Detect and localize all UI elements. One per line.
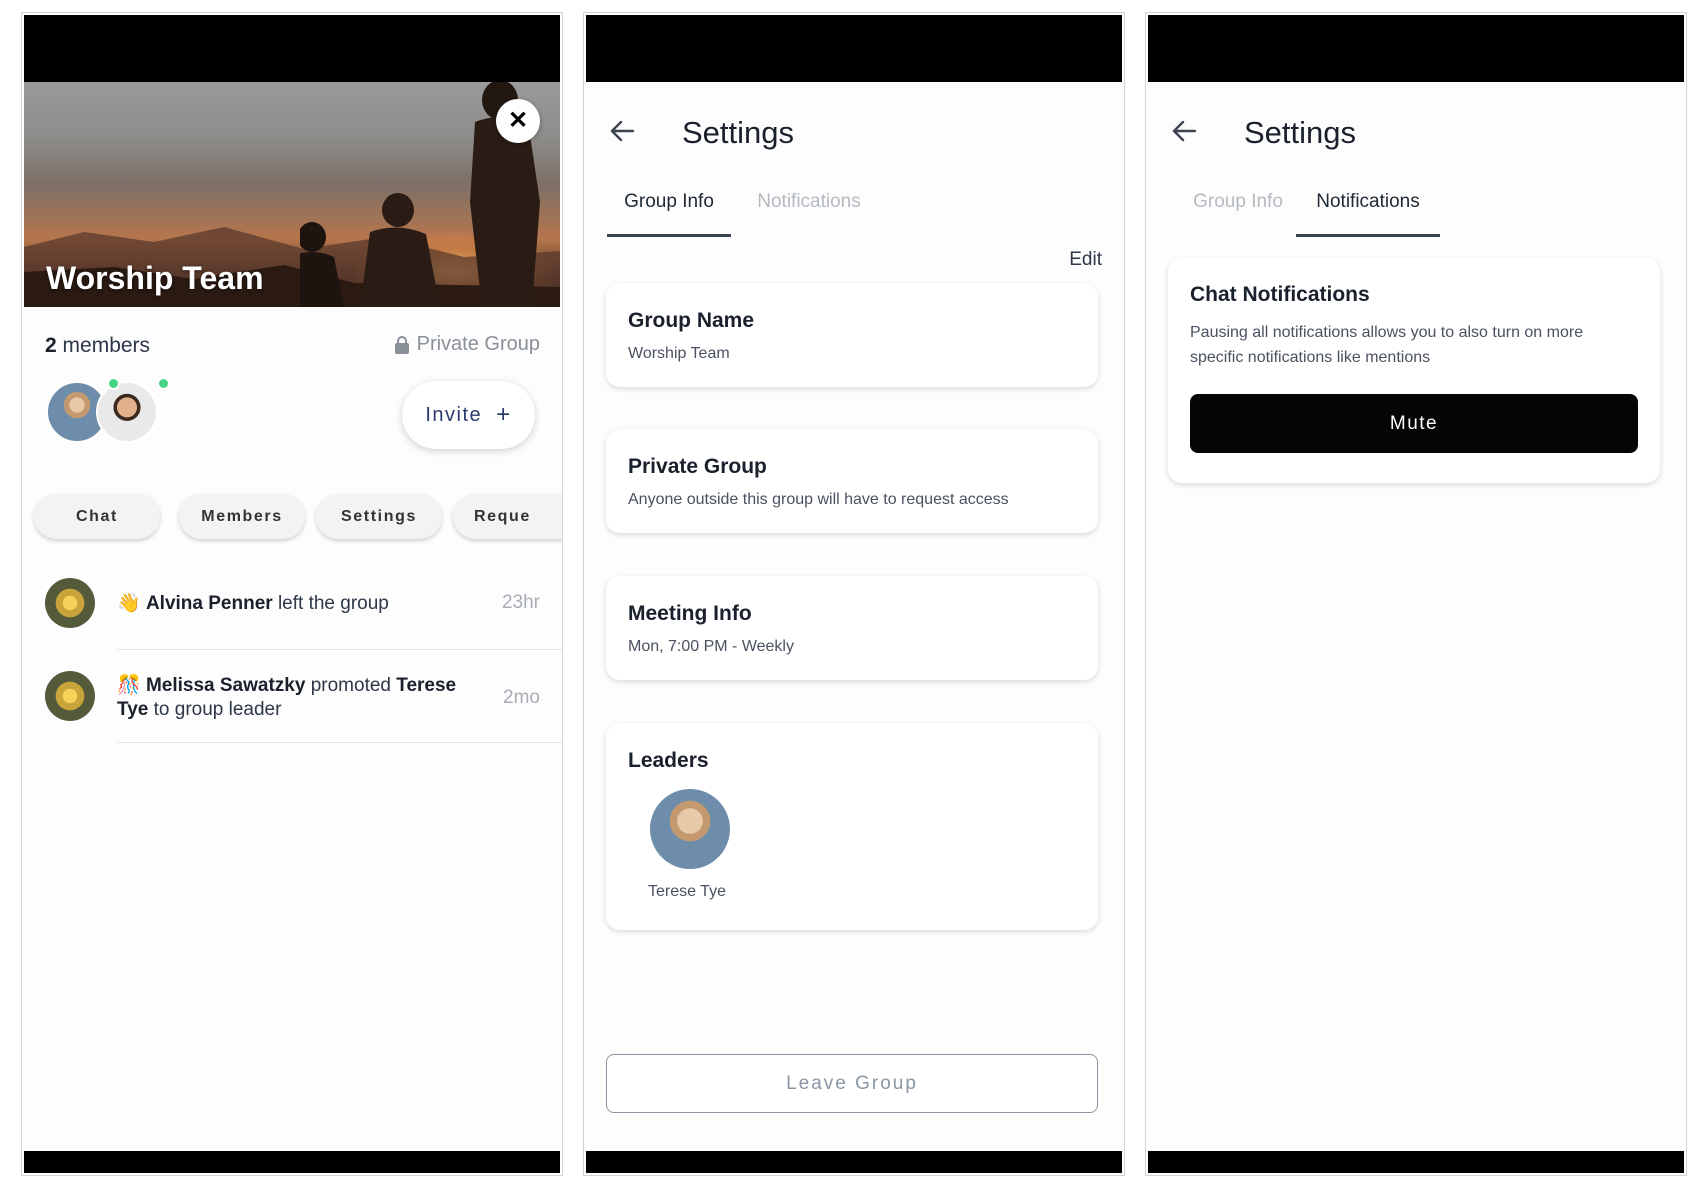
avatar[interactable] xyxy=(96,381,158,443)
privacy-label: Private Group xyxy=(416,333,540,355)
settings-notifications-screen: Settings Group Info Notifications Chat N… xyxy=(1145,12,1687,1176)
back-arrow-icon[interactable] xyxy=(1170,117,1198,145)
activity-time: 23hr xyxy=(501,592,540,613)
activity-actor: Melissa Sawatzky xyxy=(145,675,306,696)
avatar[interactable] xyxy=(650,789,730,869)
settings-group-info-screen: Settings Group Info Notifications Edit G… xyxy=(583,12,1125,1176)
activity-text: 🎊 Melissa Sawatzky promoted Terese Tye t… xyxy=(117,674,457,722)
tab-group-info[interactable]: Group Info xyxy=(607,191,731,237)
leave-group-button[interactable]: Leave Group xyxy=(606,1054,1098,1113)
card-title: Private Group xyxy=(628,455,767,478)
card-title: Chat Notifications xyxy=(1190,283,1370,306)
activity-suffix: to group leader xyxy=(148,699,282,720)
back-arrow-icon[interactable] xyxy=(608,117,636,145)
wave-emoji: 👋 xyxy=(117,593,141,614)
tab-chat[interactable]: Chat xyxy=(34,494,160,539)
group-cover-image: Worship Team ✕ xyxy=(24,82,560,307)
page-title: Settings xyxy=(682,115,795,150)
activity-actor: Alvina Penner xyxy=(145,593,273,614)
members-count-number: 2 xyxy=(45,334,57,357)
card-value: Mon, 7:00 PM - Weekly xyxy=(628,638,794,655)
divider xyxy=(117,649,562,650)
group-screen: Worship Team ✕ 2 members Private Group I… xyxy=(21,12,563,1176)
meeting-info-card[interactable]: Meeting Info Mon, 7:00 PM - Weekly xyxy=(606,576,1098,680)
invite-button[interactable]: Invite + xyxy=(402,381,535,449)
navigation-bar xyxy=(24,1151,560,1173)
tab-members[interactable]: Members xyxy=(179,494,305,539)
avatar xyxy=(45,671,95,721)
members-count: 2 members xyxy=(45,334,150,358)
activity-action: promoted xyxy=(305,675,397,696)
lock-icon xyxy=(394,335,409,354)
avatar xyxy=(45,578,95,628)
card-title: Leaders xyxy=(628,749,709,772)
invite-label: Invite xyxy=(425,403,483,426)
online-indicator xyxy=(157,377,170,390)
status-bar xyxy=(24,15,560,82)
tab-requests[interactable]: Reque xyxy=(453,494,562,539)
activity-action: left the group xyxy=(272,593,389,614)
card-title: Group Name xyxy=(628,309,755,332)
divider xyxy=(117,742,562,743)
mute-button[interactable]: Mute xyxy=(1190,394,1638,453)
card-title: Meeting Info xyxy=(628,602,752,625)
navigation-bar xyxy=(1148,1151,1684,1173)
tab-group-info[interactable]: Group Info xyxy=(1176,191,1300,237)
tab-notifications[interactable]: Notifications xyxy=(744,191,874,237)
online-indicator xyxy=(107,377,120,390)
card-value: Anyone outside this group will have to r… xyxy=(628,491,1009,508)
members-count-label: members xyxy=(56,334,151,357)
leader-name: Terese Tye xyxy=(648,883,726,900)
activity-time: 2mo xyxy=(503,687,540,708)
plus-icon: + xyxy=(496,401,512,428)
private-group-card[interactable]: Private Group Anyone outside this group … xyxy=(606,429,1098,533)
confetti-emoji: 🎊 xyxy=(117,675,141,696)
card-value: Worship Team xyxy=(628,345,730,362)
activity-text: 👋 Alvina Penner left the group xyxy=(117,592,389,616)
page-title: Settings xyxy=(1244,115,1357,150)
status-bar xyxy=(1148,15,1684,82)
close-button[interactable]: ✕ xyxy=(496,99,540,143)
card-description: Pausing all notifications allows you to … xyxy=(1190,324,1584,366)
group-name-card[interactable]: Group Name Worship Team xyxy=(606,283,1098,387)
status-bar xyxy=(586,15,1122,82)
edit-button[interactable]: Edit xyxy=(1069,249,1102,271)
navigation-bar xyxy=(586,1151,1122,1173)
leaders-card: Leaders Terese Tye xyxy=(606,723,1098,930)
tab-notifications[interactable]: Notifications xyxy=(1296,191,1440,237)
chat-notifications-card: Chat Notifications Pausing all notificat… xyxy=(1168,258,1660,483)
tab-settings[interactable]: Settings xyxy=(316,494,442,539)
group-title: Worship Team xyxy=(46,260,264,296)
privacy-indicator: Private Group xyxy=(394,333,540,356)
